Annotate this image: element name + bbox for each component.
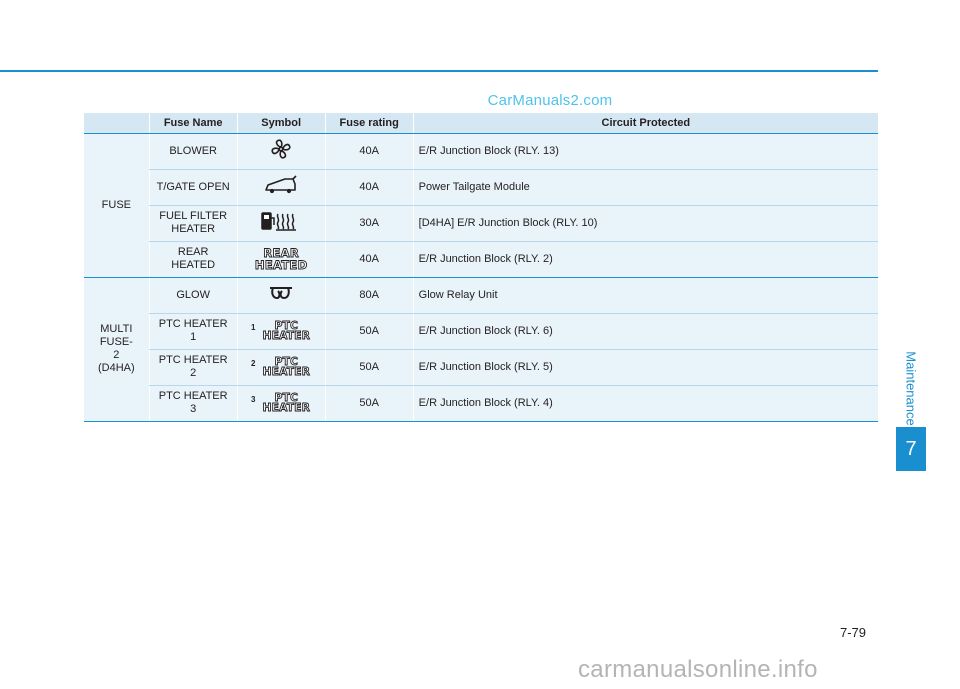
section-label: Maintenance <box>903 350 919 426</box>
ptc-heater-1-symbol: 1 PTC HEATER <box>250 320 311 342</box>
circuit-cell: E/R Junction Block (RLY. 6) <box>412 313 878 350</box>
page-number: 7-79 <box>840 625 867 640</box>
fuse-name-cell: PTC HEATER 3 <box>148 385 238 422</box>
table-row: MULTI FUSE-2 (D4HA) GLOW 80A Glow Relay … <box>84 277 878 422</box>
symbol-cell: REAR HEATED <box>236 241 326 278</box>
table-header-row: Fuse Name Symbol Fuse rating Circuit Pro… <box>84 113 878 134</box>
top-rule <box>0 70 878 72</box>
group-label-fuse: FUSE <box>84 133 150 278</box>
fuse-table: Fuse Name Symbol Fuse rating Circuit Pro… <box>84 113 878 422</box>
section-number-tab: 7 <box>896 427 926 471</box>
ptc-heater-symbol-text: PTC HEATER <box>262 356 311 378</box>
symbol-cell <box>236 205 326 242</box>
fuse-rating-cell: 50A <box>324 385 414 422</box>
fuse-rating-cell: 40A <box>324 169 414 206</box>
section-tab-label: Maintenance <box>896 338 926 438</box>
watermark-bottom: carmanualsonline.info <box>578 656 818 683</box>
fuse-rating-cell: 40A <box>324 241 414 278</box>
ptc-heater-2-symbol: 2 PTC HEATER <box>250 356 311 378</box>
fuse-name-cell: PTC HEATER 2 <box>148 349 238 386</box>
circuit-cell: [D4HA] E/R Junction Block (RLY. 10) <box>412 205 878 242</box>
tailgate-open-icon <box>263 175 299 195</box>
header-circuit-protected: Circuit Protected <box>412 113 878 134</box>
group-label-multi-fuse-2: MULTI FUSE-2 (D4HA) <box>84 277 150 422</box>
circuit-cell: Power Tailgate Module <box>412 169 878 206</box>
header-fuse-rating: Fuse rating <box>324 113 414 134</box>
symbol-cell: 2 PTC HEATER <box>236 349 326 386</box>
fuel-filter-heater-icon <box>260 210 302 232</box>
fuse-rating-cell: 50A <box>324 349 414 386</box>
circuit-cell: E/R Junction Block (RLY. 2) <box>412 241 878 278</box>
circuit-cell: E/R Junction Block (RLY. 13) <box>412 133 878 170</box>
circuit-cell: E/R Junction Block (RLY. 4) <box>412 385 878 422</box>
table-row: PTC HEATER 3 3 PTC HEATER 50A E/R Juncti… <box>84 385 878 422</box>
symbol-cell: 1 PTC HEATER <box>236 313 326 350</box>
ptc-heater-3-symbol: 3 PTC HEATER <box>250 392 311 414</box>
symbol-cell <box>236 133 326 170</box>
symbol-cell <box>236 169 326 206</box>
watermark-top: CarManuals2.com <box>487 92 613 109</box>
table-row: PTC HEATER 1 1 PTC HEATER 50A E/R Juncti… <box>84 313 878 350</box>
symbol-cell <box>236 277 326 314</box>
fuse-name-cell: T/GATE OPEN <box>148 169 238 206</box>
table-row: T/GATE OPEN 40A Power Tailgate Module <box>84 169 878 206</box>
fuse-rating-cell: 50A <box>324 313 414 350</box>
rear-heated-symbol-text: REAR HEATED <box>254 246 308 272</box>
header-fuse-name: Fuse Name <box>148 113 238 134</box>
ptc-heater-number: 3 <box>250 395 256 404</box>
fuse-name-cell: FUEL FILTER HEATER <box>148 205 238 242</box>
circuit-cell: Glow Relay Unit <box>412 277 878 314</box>
fuse-rating-cell: 40A <box>324 133 414 170</box>
table-row: FUEL FILTER HEATER 30A [D4HA] E/R Juncti… <box>84 205 878 242</box>
table-row: PTC HEATER 2 2 PTC HEATER 50A E/R Juncti… <box>84 349 878 386</box>
fuse-name-cell: REAR HEATED <box>148 241 238 278</box>
fuse-rating-cell: 80A <box>324 277 414 314</box>
ptc-heater-symbol-text: PTC HEATER <box>262 392 311 414</box>
circuit-cell: E/R Junction Block (RLY. 5) <box>412 349 878 386</box>
header-group <box>84 113 150 134</box>
glow-plug-icon <box>268 284 294 302</box>
rear-heated-symbol: REAR HEATED <box>252 246 310 272</box>
table-row: REAR HEATED REAR HEATED 40A E/R Junction… <box>84 241 878 278</box>
ptc-heater-symbol-text: PTC HEATER <box>262 320 311 342</box>
ptc-heater-number: 2 <box>250 359 256 368</box>
fuse-name-cell: GLOW <box>148 277 238 314</box>
ptc-heater-number: 1 <box>250 323 256 332</box>
fuse-name-cell: PTC HEATER 1 <box>148 313 238 350</box>
header-symbol: Symbol <box>236 113 326 134</box>
symbol-cell: 3 PTC HEATER <box>236 385 326 422</box>
fan-icon <box>270 138 292 160</box>
fuse-name-cell: BLOWER <box>148 133 238 170</box>
fuse-rating-cell: 30A <box>324 205 414 242</box>
table-row: FUSE BLOWER 40A E/R Junction Block (RLY.… <box>84 133 878 278</box>
